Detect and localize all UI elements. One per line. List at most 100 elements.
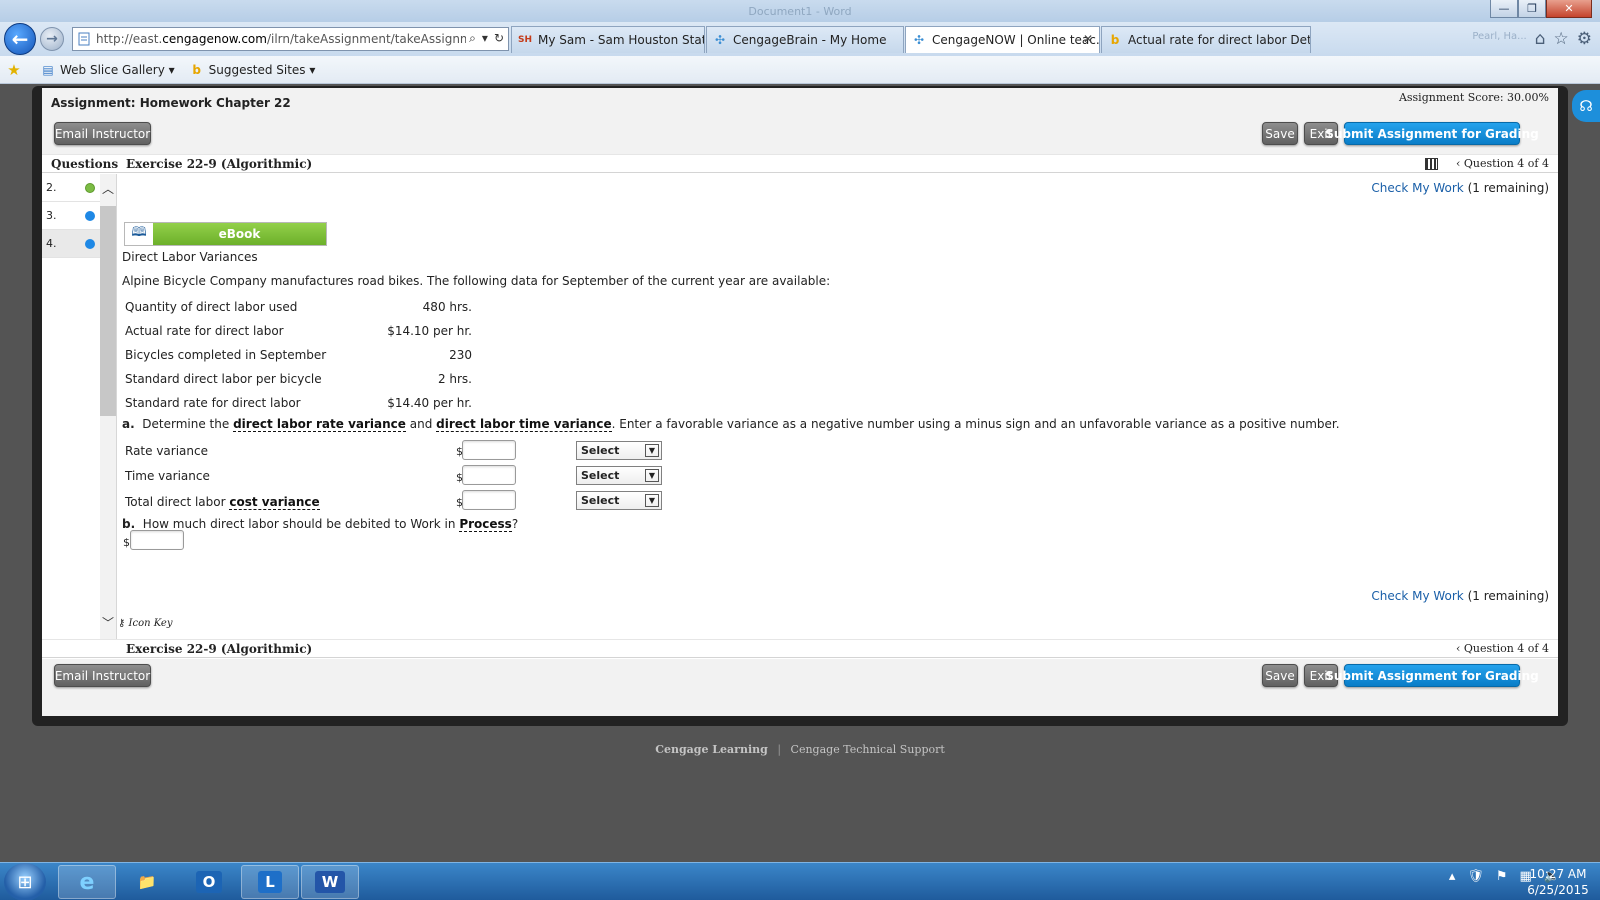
clock-time: 10:27 AM xyxy=(1529,867,1587,881)
submit-assignment-button[interactable]: Submit Assignment for Grading xyxy=(1325,664,1539,687)
ie-icon: e xyxy=(79,869,95,895)
tab-label: My Sam - Sam Houston State ... xyxy=(538,33,704,47)
select-value: Select xyxy=(581,469,620,482)
part-letter: a. xyxy=(122,417,135,431)
search-icon[interactable]: ⌕ xyxy=(469,31,476,46)
save-button[interactable]: Save xyxy=(1262,122,1298,145)
save-button[interactable]: Save xyxy=(1262,664,1298,687)
question-item-2[interactable]: 2. xyxy=(42,174,100,202)
cengage-icon: ✣ xyxy=(913,33,925,47)
glossary-term-rate-variance[interactable]: direct labor rate variance xyxy=(233,417,406,432)
taskbar: ⊞ e 📁 O L W ▴ 🛡 ⚑ ▦ 🔈 10:27 AM 6/25/2015 xyxy=(0,862,1600,900)
assignment-title: Assignment: Homework Chapter 22 xyxy=(51,96,291,110)
sidebar-scroll-thumb[interactable] xyxy=(100,206,116,416)
calculator-icon[interactable] xyxy=(1425,158,1438,170)
tab-my-sam[interactable]: SH My Sam - Sam Houston State ... xyxy=(511,26,705,53)
question-content: Check My Work (1 remaining) 🕮 eBook Dire… xyxy=(118,174,1558,639)
shsu-icon: SH xyxy=(518,35,533,45)
time-variance-select[interactable]: Select ▼ xyxy=(576,466,662,485)
select-value: Select xyxy=(581,494,620,507)
question-position[interactable]: ‹ Question 4 of 4 xyxy=(1456,157,1549,170)
favorites-star[interactable]: ★ xyxy=(6,61,26,79)
part-b-text: ? xyxy=(511,517,519,531)
part-b-text: How much direct labor should be debited … xyxy=(142,517,456,531)
ebook-button[interactable]: 🕮 eBook xyxy=(124,222,327,246)
tab-cengagebrain[interactable]: ✣ CengageBrain - My Home xyxy=(706,26,904,53)
icon-key[interactable]: ⚷ Icon Key xyxy=(118,618,172,629)
action-center-icon[interactable]: ⚑ xyxy=(1496,869,1508,884)
web-slice-gallery-link[interactable]: ▤ Web Slice Gallery ▾ xyxy=(40,62,174,78)
folder-icon: 📁 xyxy=(137,873,157,891)
question-bar-bottom: Exercise 22-9 (Algorithmic) ‹ Question 4… xyxy=(42,639,1558,658)
windows-logo-icon: ⊞ xyxy=(17,871,33,893)
glossary-term-time-variance[interactable]: direct labor time variance xyxy=(436,417,612,432)
show-hidden-icons[interactable]: ▴ xyxy=(1449,869,1456,884)
clock[interactable]: 10:27 AM 6/25/2015 xyxy=(1522,866,1594,898)
tab-bing-result[interactable]: b Actual rate for direct labor Det... xyxy=(1101,26,1311,53)
back-button[interactable]: ← xyxy=(4,23,36,55)
check-my-work-link[interactable]: Check My Work xyxy=(1371,181,1463,195)
part-b-question: b. How much direct labor should be debit… xyxy=(122,517,519,532)
suggested-sites-link[interactable]: b Suggested Sites ▾ xyxy=(189,62,316,78)
footer-brand-link[interactable]: Cengage Learning xyxy=(655,743,768,756)
assignment-footer: Email Instructor Save Exit Submit Assign… xyxy=(42,659,1558,716)
arrow-left-icon: ← xyxy=(11,27,29,51)
security-icon[interactable]: 🛡 xyxy=(1467,869,1484,884)
taskbar-file-explorer[interactable]: 📁 xyxy=(118,865,176,899)
time-variance-input[interactable] xyxy=(462,465,516,485)
tab-cengagenow[interactable]: ✣ CengageNOW | Online teac... ✕ xyxy=(905,26,1100,53)
address-bar[interactable]: http://east.cengagenow.com/ilrn/takeAssi… xyxy=(72,27,509,51)
close-window-button[interactable]: ✕ xyxy=(1546,0,1592,18)
question-item-4[interactable]: 4. xyxy=(42,230,100,258)
data-row-value: $14.40 per hr. xyxy=(387,396,472,410)
part-a-text: and xyxy=(409,417,433,431)
work-in-process-input[interactable] xyxy=(130,530,184,550)
chevron-up-icon[interactable]: ︿ xyxy=(100,180,116,196)
taskbar-lync[interactable]: L xyxy=(241,865,299,899)
forward-button[interactable]: → xyxy=(40,27,64,51)
restore-button[interactable]: ❐ xyxy=(1518,0,1546,18)
total-cost-variance-select[interactable]: Select ▼ xyxy=(576,491,662,510)
chevron-down-icon[interactable]: ﹀ xyxy=(100,614,116,630)
question-position[interactable]: ‹ Question 4 of 4 xyxy=(1456,642,1549,655)
taskbar-outlook[interactable]: O xyxy=(180,865,238,899)
user-hint: Pearl, Ha... xyxy=(1472,31,1527,42)
refresh-icon[interactable]: ↻ xyxy=(494,31,504,46)
email-instructor-button[interactable]: Email Instructor xyxy=(54,122,151,145)
tab-close-icon[interactable]: ✕ xyxy=(1083,32,1093,46)
currency-symbol: $ xyxy=(123,536,130,549)
question-number: 2. xyxy=(46,181,57,194)
start-button[interactable]: ⊞ xyxy=(4,863,46,900)
key-icon: ⚷ xyxy=(118,618,126,629)
email-instructor-button[interactable]: Email Instructor xyxy=(54,664,151,687)
dropdown-arrow-icon[interactable]: ▾ xyxy=(482,31,488,46)
submit-assignment-button[interactable]: Submit Assignment for Grading xyxy=(1325,122,1539,145)
part-a-text: Determine the xyxy=(142,417,230,431)
rate-variance-select[interactable]: Select ▼ xyxy=(576,441,662,460)
lync-icon: L xyxy=(258,871,282,893)
cengage-icon: ✣ xyxy=(714,33,726,47)
glossary-term-cost-variance[interactable]: cost variance xyxy=(229,495,320,510)
total-cost-variance-input[interactable] xyxy=(462,490,516,510)
arrow-right-icon: → xyxy=(46,31,58,47)
gear-icon[interactable]: ⚙ xyxy=(1577,29,1592,49)
part-letter: b. xyxy=(122,517,136,531)
footer-support-link[interactable]: Cengage Technical Support xyxy=(791,743,945,756)
minimize-button[interactable]: — xyxy=(1490,0,1518,18)
star-icon[interactable]: ☆ xyxy=(1554,29,1569,49)
footer-separator: | xyxy=(777,743,782,756)
check-my-work-link[interactable]: Check My Work xyxy=(1371,589,1463,603)
taskbar-word[interactable]: W xyxy=(301,865,359,899)
answer-label-text: Total direct labor xyxy=(125,495,226,509)
home-icon[interactable]: ⌂ xyxy=(1535,29,1546,49)
data-row-label: Quantity of direct labor used xyxy=(125,300,298,314)
taskbar-internet-explorer[interactable]: e xyxy=(58,865,116,899)
rate-variance-input[interactable] xyxy=(462,440,516,460)
check-my-work-top: Check My Work (1 remaining) xyxy=(1371,181,1549,195)
glossary-term-process[interactable]: Process xyxy=(459,517,512,532)
favorite-label: Suggested Sites ▾ xyxy=(208,62,316,77)
help-headset-button[interactable]: ☊ xyxy=(1572,90,1600,122)
data-row-value: 480 hrs. xyxy=(422,300,472,314)
check-my-work-bottom: Check My Work (1 remaining) xyxy=(1371,589,1549,603)
question-item-3[interactable]: 3. xyxy=(42,202,100,230)
